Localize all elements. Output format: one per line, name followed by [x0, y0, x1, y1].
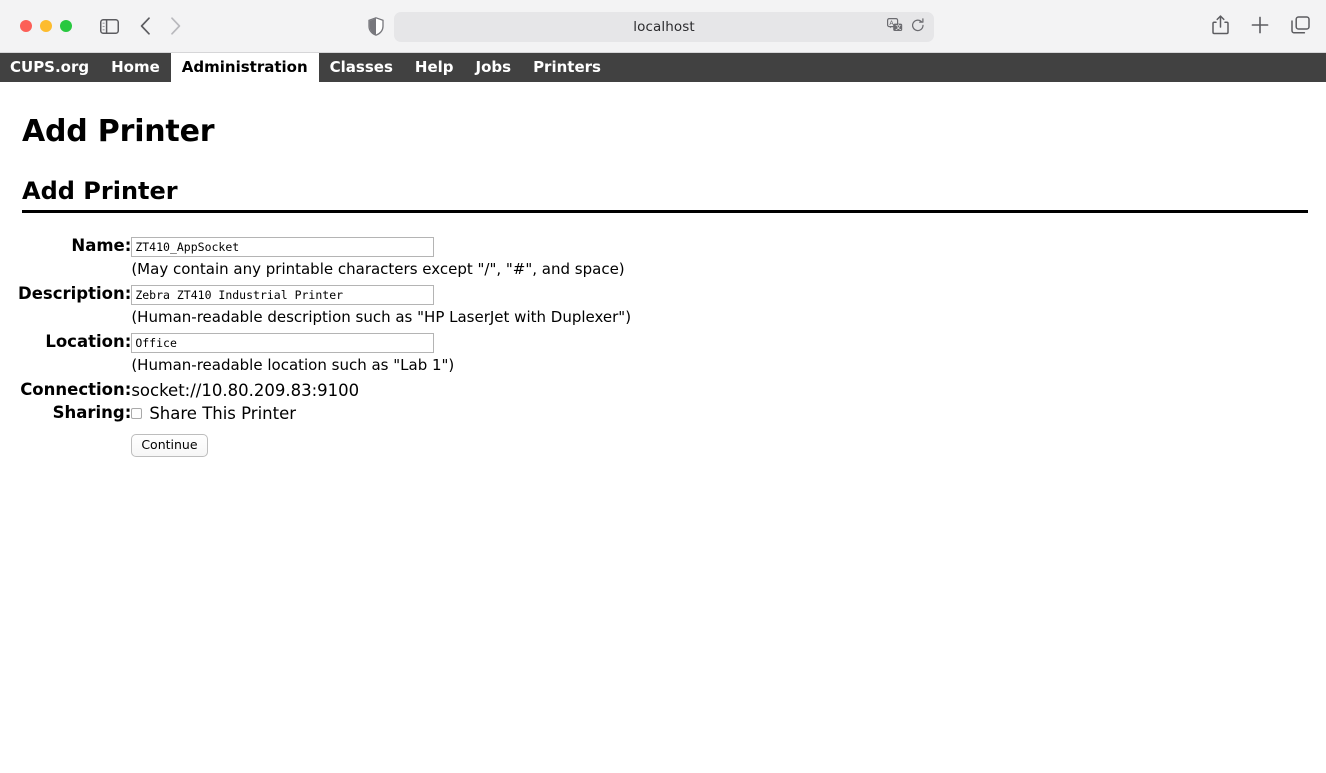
browser-window: localhost A 文 CUPS.org Home Administrati… — [0, 0, 1326, 773]
page-content: Add Printer Add Printer Name: (May conta… — [0, 114, 1326, 773]
minimize-window-button[interactable] — [40, 20, 52, 32]
name-input[interactable] — [131, 237, 435, 257]
reload-icon[interactable] — [911, 17, 925, 37]
nav-item-cups-org[interactable]: CUPS.org — [0, 53, 100, 82]
nav-item-jobs[interactable]: Jobs — [465, 53, 523, 82]
add-printer-form: Name: (May contain any printable charact… — [18, 235, 631, 457]
navigation-arrows — [130, 12, 190, 40]
form-row-submit: Continue — [18, 425, 631, 457]
nav-item-help[interactable]: Help — [404, 53, 465, 82]
cups-navigation-bar: CUPS.org Home Administration Classes Hel… — [0, 53, 1326, 82]
location-input[interactable] — [131, 333, 435, 353]
share-printer-checkbox[interactable] — [131, 408, 143, 419]
share-icon[interactable] — [1212, 15, 1229, 39]
continue-button[interactable]: Continue — [131, 434, 208, 457]
name-hint: (May contain any printable characters ex… — [131, 260, 625, 278]
location-hint: (Human-readable location such as "Lab 1"… — [131, 356, 455, 374]
description-input[interactable] — [131, 285, 435, 305]
form-row-location: Location: — [18, 331, 631, 353]
svg-text:文: 文 — [895, 23, 901, 31]
browser-toolbar: localhost A 文 — [0, 0, 1326, 53]
form-row-connection: Connection: socket://10.80.209.83:9100 — [18, 379, 631, 402]
share-printer-label: Share This Printer — [149, 404, 297, 423]
page-title: Add Printer — [22, 114, 215, 149]
tab-overview-icon[interactable] — [1291, 16, 1310, 38]
window-controls — [0, 20, 72, 32]
connection-label: Connection: — [20, 380, 132, 399]
description-hint: (Human-readable description such as "HP … — [131, 308, 632, 326]
location-label: Location: — [45, 332, 132, 351]
address-bar-url: localhost — [633, 19, 695, 35]
section-title: Add Printer — [22, 177, 1308, 213]
nav-item-printers[interactable]: Printers — [522, 53, 612, 82]
form-row-name: Name: — [18, 235, 631, 257]
address-bar-actions: A 文 — [887, 12, 925, 42]
privacy-shield-icon[interactable] — [368, 17, 384, 40]
nav-item-administration[interactable]: Administration — [170, 53, 319, 82]
zoom-window-button[interactable] — [60, 20, 72, 32]
nav-item-classes[interactable]: Classes — [319, 53, 404, 82]
form-hint-name: (May contain any printable characters ex… — [18, 257, 631, 283]
translate-icon[interactable]: A 文 — [887, 17, 903, 37]
forward-icon[interactable] — [160, 12, 190, 40]
sidebar-toggle-icon[interactable] — [94, 12, 124, 40]
form-row-description: Description: — [18, 283, 631, 305]
form-hint-description: (Human-readable description such as "HP … — [18, 305, 631, 331]
form-row-sharing: Sharing: Share This Printer — [18, 402, 631, 425]
nav-item-home[interactable]: Home — [100, 53, 171, 82]
address-bar[interactable]: localhost A 文 — [394, 12, 934, 42]
close-window-button[interactable] — [20, 20, 32, 32]
sharing-label: Sharing: — [52, 403, 132, 422]
description-label: Description: — [18, 284, 132, 303]
new-tab-icon[interactable] — [1251, 16, 1269, 38]
page-scrollbar[interactable] — [1322, 196, 1326, 773]
name-label: Name: — [71, 236, 132, 255]
toolbar-actions — [1212, 12, 1310, 42]
form-hint-location: (Human-readable location such as "Lab 1"… — [18, 353, 631, 379]
back-icon[interactable] — [130, 12, 160, 40]
connection-value: socket://10.80.209.83:9100 — [131, 381, 360, 400]
